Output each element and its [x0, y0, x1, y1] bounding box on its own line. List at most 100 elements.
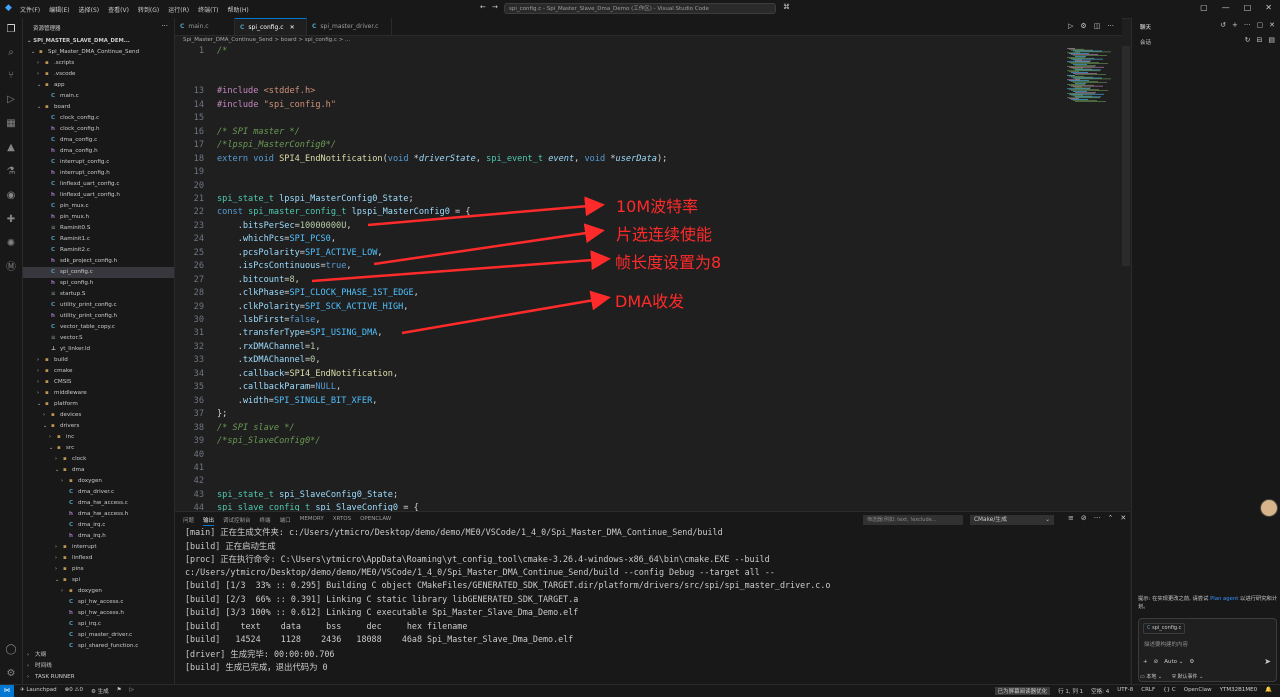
code-line[interactable]: .txDMAChannel=0,: [217, 355, 321, 365]
code-line[interactable]: /*: [217, 46, 227, 56]
code-line[interactable]: .clkPolarity=SPI_SCK_ACTIVE_HIGH,: [217, 302, 409, 312]
tree-file[interactable]: h utility_print_config.h: [23, 311, 174, 322]
collapse-icon[interactable]: ⊟: [1257, 36, 1263, 44]
code-line[interactable]: .isPcsContinuous=true,: [217, 261, 352, 271]
more-actions-icon[interactable]: ···: [161, 22, 168, 30]
code-line[interactable]: .callback=SPI4_EndNotification,: [217, 369, 398, 379]
remote-icon[interactable]: ◉: [5, 190, 17, 202]
launchpad-item[interactable]: ✈ Launchpad: [20, 687, 57, 695]
panel-tab[interactable]: 端口: [280, 516, 291, 526]
layout-icon[interactable]: ▢: [1200, 3, 1208, 12]
history-icon[interactable]: ↺: [1220, 21, 1226, 29]
extensions-icon[interactable]: ▦: [5, 118, 17, 130]
language-mode[interactable]: {} C: [1163, 687, 1176, 695]
code-line[interactable]: /* SPI slave */: [217, 423, 295, 433]
more-actions-icon[interactable]: ···: [1107, 22, 1114, 30]
code-line[interactable]: spi_state_t spi_SlaveConfig0_State;: [217, 490, 398, 500]
testing-icon[interactable]: ⚗: [5, 166, 17, 178]
chat-input[interactable]: 描述要构建的内容: [1144, 640, 1188, 648]
encoding[interactable]: UTF-8: [1117, 687, 1133, 695]
tree-file[interactable]: h pin_mux.h: [23, 212, 174, 223]
code-line[interactable]: /*spi_SlaveConfig0*/: [217, 436, 320, 446]
code-line[interactable]: /*lpspi_MasterConfig0*/: [217, 140, 336, 150]
editor-scrollbar[interactable]: [1122, 46, 1130, 266]
settings-icon[interactable]: ⚙: [1189, 659, 1194, 665]
more-actions-icon[interactable]: ···: [1244, 21, 1251, 29]
output-channel-select[interactable]: CMake/生成 ⌄: [970, 515, 1054, 525]
tree-file[interactable]: h dma_irq.h: [23, 531, 174, 542]
search-icon[interactable]: ⌕: [5, 47, 17, 59]
tree-file[interactable]: Cvector_table_copy.c: [23, 322, 174, 333]
build-item[interactable]: ⚙ 生成: [91, 687, 109, 695]
breadcrumb[interactable]: Spi_Master_DMA_Continue_Send > board > s…: [175, 35, 1122, 46]
tree-file[interactable]: h dma_config.h: [23, 146, 174, 157]
sidebar-section[interactable]: › 大纲: [27, 650, 46, 661]
tree-folder[interactable]: ⌄ ▪ drivers: [23, 421, 174, 432]
minimize-button[interactable]: —: [1222, 3, 1230, 12]
sidebar-section[interactable]: › TASK RUNNER: [27, 672, 75, 683]
code-line[interactable]: .bitsPerSec=10000000U,: [217, 221, 352, 231]
m-extension-icon[interactable]: Ⓜ: [5, 262, 17, 274]
settings-sun-icon[interactable]: ✺: [5, 238, 17, 250]
model-picker[interactable]: Auto ⌄: [1164, 659, 1183, 665]
tree-folder[interactable]: ⌄ ▪ src: [23, 443, 174, 454]
panel-tab[interactable]: 输出: [203, 516, 215, 526]
editor-tab[interactable]: Cmain.c: [175, 18, 235, 35]
menu-item[interactable]: 选择(S): [79, 5, 100, 14]
tree-folder[interactable]: › ▪ .scripts: [23, 58, 174, 69]
tree-file[interactable]: Cutility_print_config.c: [23, 300, 174, 311]
tree-file[interactable]: Cdma_hw_access.c: [23, 498, 174, 509]
notifications-icon[interactable]: 🔔: [1265, 687, 1272, 695]
code-line[interactable]: .clkPhase=SPI_CLOCK_PHASE_1ST_EDGE,: [217, 288, 419, 298]
tree-file[interactable]: h spi_hw_access.h: [23, 608, 174, 619]
tree-folder[interactable]: ⌄ ▪ platform: [23, 399, 174, 410]
openclaw-item[interactable]: OpenClaw: [1184, 687, 1212, 695]
close-button[interactable]: ✕: [1265, 3, 1272, 12]
code-editor[interactable]: 1 /* 13 #include <stddef.h> 14 #include "spi_…: [175, 46, 1122, 511]
lock-icon[interactable]: ≡: [1068, 514, 1074, 522]
tree-file[interactable]: Cdma_driver.c: [23, 487, 174, 498]
menu-item[interactable]: 查看(V): [108, 5, 129, 14]
tree-file[interactable]: h clock_config.h: [23, 124, 174, 135]
code-line[interactable]: spi_slave_config_t spi_SlaveConfig0 = {: [217, 503, 419, 511]
maximize-panel-icon[interactable]: ⌃: [1107, 514, 1113, 522]
menu-item[interactable]: 运行(R): [168, 5, 189, 14]
close-icon[interactable]: ✕: [1269, 21, 1275, 29]
panel-tab[interactable]: 终端: [260, 516, 271, 526]
code-line[interactable]: .pcsPolarity=SPI_ACTIVE_LOW,: [217, 248, 383, 258]
tree-file[interactable]: h linflexd_uart_config.h: [23, 190, 174, 201]
panel-tab[interactable]: OPENCLAW: [360, 516, 391, 526]
code-line[interactable]: .width=SPI_SINGLE_BIT_XFER,: [217, 396, 378, 406]
panel-tab[interactable]: XRTOS: [333, 516, 351, 526]
code-line[interactable]: .rxDMAChannel=1,: [217, 342, 321, 352]
editor-tab[interactable]: Cspi_config.c ✕: [235, 18, 307, 35]
tree-folder[interactable]: ⌄ ▪ app: [23, 80, 174, 91]
code-line[interactable]: .transferType=SPI_USING_DMA,: [217, 328, 383, 338]
chip-item[interactable]: YTM32B1ME0: [1220, 687, 1257, 695]
minimap[interactable]: [1065, 46, 1122, 511]
tree-folder[interactable]: › ▪ CMSIS: [23, 377, 174, 388]
indentation[interactable]: 空格: 4: [1091, 687, 1109, 695]
code-line[interactable]: .bitcount=8,: [217, 275, 300, 285]
tree-folder[interactable]: › ▪ cmake: [23, 366, 174, 377]
panel-tab[interactable]: MEMORY: [300, 516, 324, 526]
run-debug-icon[interactable]: ▷: [5, 94, 17, 106]
screen-reader-notice[interactable]: 已为屏幕阅读器优化: [994, 687, 1051, 695]
editor-tab[interactable]: Cspi_master_driver.c: [307, 18, 392, 35]
tree-folder[interactable]: › ▪ .vscode: [23, 69, 174, 80]
line-ending[interactable]: CRLF: [1141, 687, 1155, 695]
add-icon[interactable]: +: [1232, 21, 1238, 29]
tree-file[interactable]: h sdk_project_config.h: [23, 256, 174, 267]
plan-agent-link[interactable]: Plan agent: [1210, 596, 1238, 602]
tree-file[interactable]: Cmain.c: [23, 91, 174, 102]
tree-file[interactable]: Cpin_mux.c: [23, 201, 174, 212]
code-line[interactable]: /* SPI master */: [217, 127, 300, 137]
close-icon[interactable]: ✕: [1120, 514, 1126, 522]
layout-icon[interactable]: ▤: [1268, 36, 1275, 44]
panel-tab[interactable]: 调试控制台: [223, 516, 251, 526]
code-line[interactable]: .lsbFirst=false,: [217, 315, 321, 325]
tree-folder[interactable]: ⌄ ▪ board: [23, 102, 174, 113]
cursor-position[interactable]: 行 1, 列 1: [1058, 687, 1083, 695]
account-icon[interactable]: ◯: [5, 644, 17, 656]
code-line[interactable]: .whichPcs=SPI_PCS0,: [217, 234, 336, 244]
